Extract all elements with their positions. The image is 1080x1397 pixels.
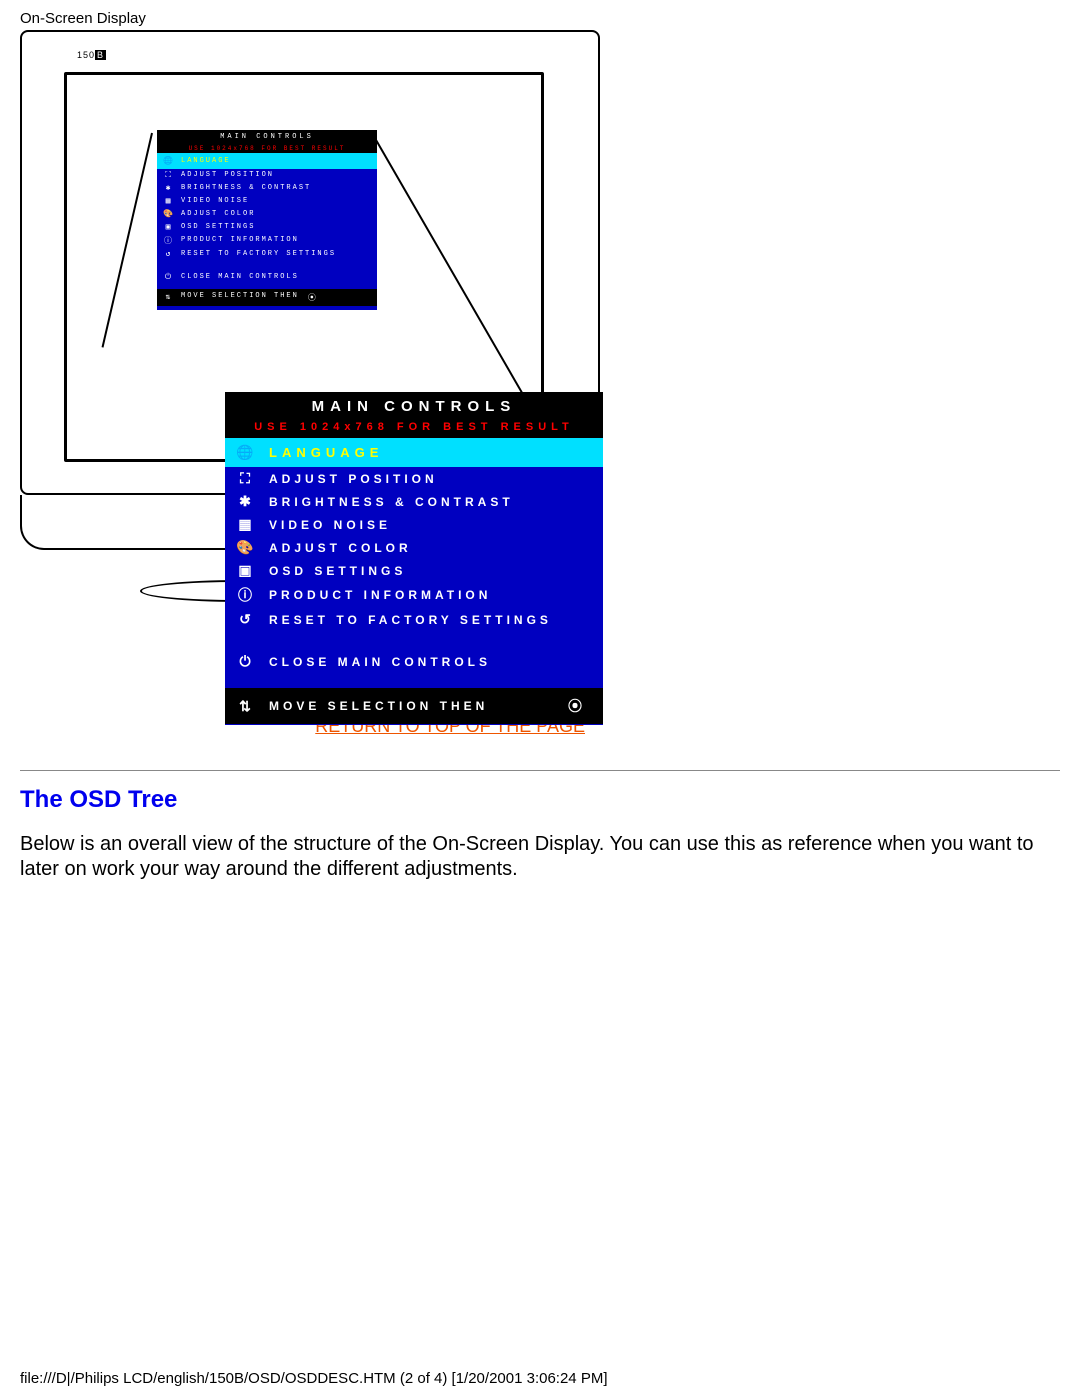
reset-icon: ↺ (235, 611, 255, 628)
osd-item[interactable]: ✱ BRIGHTNESS & CONTRAST (225, 490, 603, 513)
globe-icon: 🌐 (163, 156, 173, 166)
osd-item-label: OSD SETTINGS (181, 223, 255, 231)
osd-item-selected[interactable]: 🌐 LANGUAGE (225, 438, 603, 467)
sun-icon: ✱ (163, 183, 173, 193)
section-body: Below is an overall view of the structur… (20, 832, 1060, 882)
osd-item-label: BRIGHTNESS & CONTRAST (269, 495, 514, 509)
osd-item[interactable]: ✱ BRIGHTNESS & CONTRAST (157, 181, 377, 194)
osd-item[interactable]: ▦ VIDEO NOISE (157, 194, 377, 207)
info-icon: ⓘ (163, 235, 173, 246)
osd-item[interactable]: ↺ RESET TO FACTORY SETTINGS (225, 608, 603, 631)
osd-item-label: LANGUAGE (181, 157, 231, 165)
palette-icon: 🎨 (235, 539, 255, 556)
osd-item-label: RESET TO FACTORY SETTINGS (181, 250, 336, 258)
palette-icon: 🎨 (163, 209, 173, 219)
osd-footer-hint: ⇅ MOVE SELECTION THEN ⦿ (225, 688, 603, 724)
osd-item[interactable]: ▣ OSD SETTINGS (157, 220, 377, 233)
osd-item-label: ADJUST COLOR (269, 541, 412, 555)
model-suffix: B (95, 50, 106, 60)
osd-item-label: RESET TO FACTORY SETTINGS (269, 613, 552, 627)
monitor-illustration: 150B MAIN CONTROLS USE 1024x768 FOR BEST… (20, 30, 620, 710)
osd-item-label: ADJUST POSITION (181, 171, 274, 179)
osd-title: MAIN CONTROLS (157, 130, 377, 144)
frame-icon: ⛶ (163, 171, 173, 180)
sun-icon: ✱ (235, 493, 255, 510)
ok-icon: ⦿ (307, 292, 317, 303)
osd-item-label: CLOSE MAIN CONTROLS (181, 273, 299, 282)
grid-icon: ▦ (163, 196, 173, 206)
osd-item[interactable]: 🎨 ADJUST COLOR (225, 536, 603, 559)
osd-footer-label: MOVE SELECTION THEN (269, 699, 488, 713)
updown-icon: ⇅ (235, 698, 255, 715)
osd-item-selected[interactable]: 🌐 LANGUAGE (157, 153, 377, 169)
osd-item[interactable]: ⛶ ADJUST POSITION (157, 169, 377, 181)
osd-item-label: VIDEO NOISE (269, 518, 391, 532)
osd-footer-hint: ⇅ MOVE SELECTION THEN ⦿ (157, 289, 377, 306)
info-icon: ⓘ (235, 585, 255, 605)
osd-item[interactable]: ▦ VIDEO NOISE (225, 513, 603, 536)
osd-footer-label: MOVE SELECTION THEN (181, 292, 299, 303)
osd-item[interactable]: 🎨 ADJUST COLOR (157, 207, 377, 220)
osd-item-label: ADJUST COLOR (181, 210, 255, 218)
monitor-model-label: 150B (77, 50, 106, 60)
globe-icon: 🌐 (235, 444, 255, 461)
osd-item[interactable]: ⓘ PRODUCT INFORMATION (157, 233, 377, 247)
osd-item-label: OSD SETTINGS (269, 564, 406, 578)
osd-item-label: ADJUST POSITION (269, 472, 438, 486)
osd-item[interactable]: ↺ RESET TO FACTORY SETTINGS (157, 247, 377, 260)
osd-close-item[interactable]: ⏻ CLOSE MAIN CONTROLS (157, 270, 377, 285)
osd-panel-large: MAIN CONTROLS USE 1024x768 FOR BEST RESU… (225, 392, 603, 725)
osd-title: MAIN CONTROLS (225, 392, 603, 421)
osd-close-item[interactable]: ⏻ CLOSE MAIN CONTROLS (225, 649, 603, 674)
osd-item-label: LANGUAGE (269, 445, 383, 460)
ok-icon: ⦿ (565, 696, 585, 716)
reset-icon: ↺ (163, 249, 173, 259)
power-icon: ⏻ (163, 273, 173, 282)
osd-item-label: BRIGHTNESS & CONTRAST (181, 184, 311, 192)
page-header: On-Screen Display (20, 10, 146, 27)
grid-icon: ▦ (235, 516, 255, 533)
osd-panel-small: MAIN CONTROLS USE 1024x768 FOR BEST RESU… (157, 130, 377, 310)
osd-item-label: VIDEO NOISE (181, 197, 249, 205)
window-icon: ▣ (163, 222, 173, 232)
osd-hint: USE 1024x768 FOR BEST RESULT (225, 421, 603, 438)
osd-item-label: PRODUCT INFORMATION (269, 588, 491, 602)
horizontal-rule (20, 770, 1060, 771)
osd-item-label: CLOSE MAIN CONTROLS (269, 655, 491, 669)
osd-item[interactable]: ▣ OSD SETTINGS (225, 559, 603, 582)
osd-item[interactable]: ⛶ ADJUST POSITION (225, 467, 603, 490)
page-footer: file:///D|/Philips LCD/english/150B/OSD/… (20, 1370, 607, 1387)
updown-icon: ⇅ (163, 292, 173, 303)
section-heading-osd-tree: The OSD Tree (20, 786, 177, 814)
power-icon: ⏻ (235, 653, 255, 670)
osd-item[interactable]: ⓘ PRODUCT INFORMATION (225, 582, 603, 608)
osd-hint: USE 1024x768 FOR BEST RESULT (157, 144, 377, 153)
frame-icon: ⛶ (235, 470, 255, 487)
model-prefix: 150 (77, 50, 95, 60)
window-icon: ▣ (235, 562, 255, 579)
osd-item-label: PRODUCT INFORMATION (181, 236, 299, 244)
